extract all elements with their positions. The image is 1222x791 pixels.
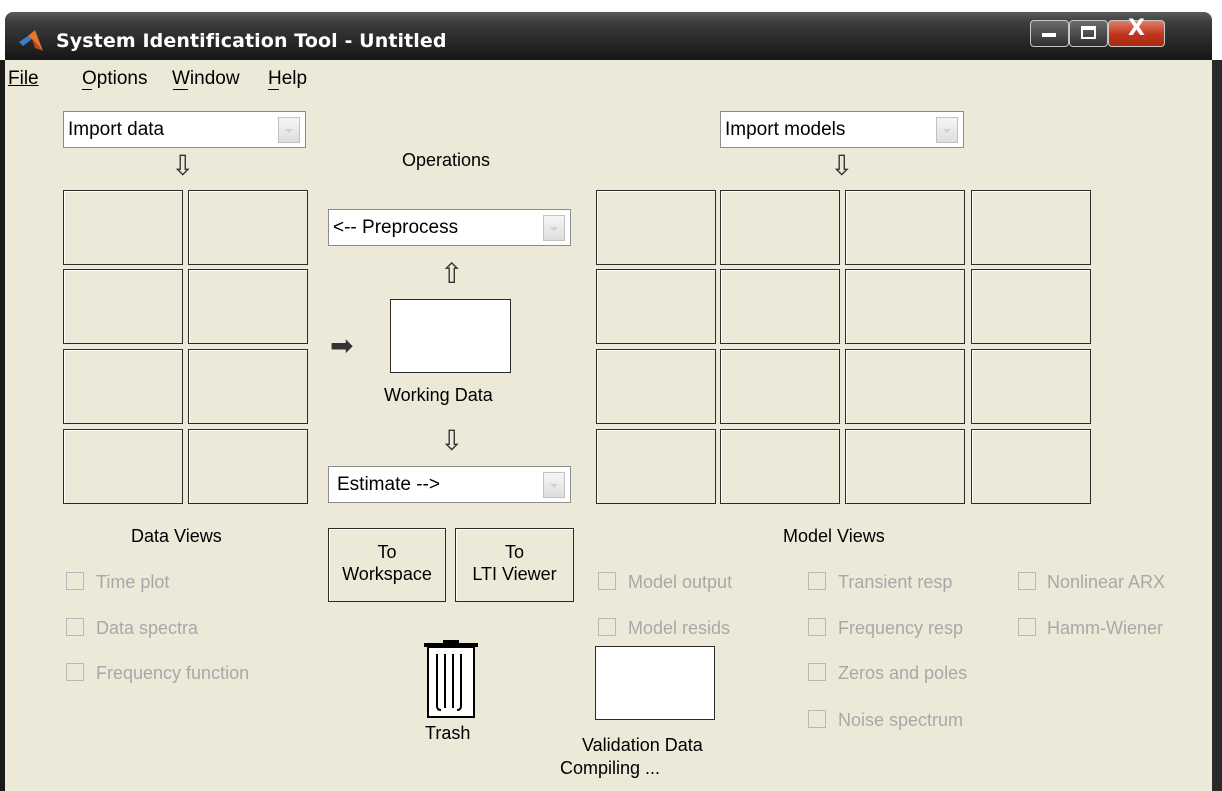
model-slot[interactable] [845,269,965,344]
model-slot[interactable] [845,190,965,265]
time-plot-checkbox[interactable] [66,572,84,590]
working-data-label: Working Data [384,385,493,405]
model-slot[interactable] [971,269,1091,344]
model-slot[interactable] [596,190,716,265]
operations-title: Operations [402,150,491,170]
to-lti-viewer-button[interactable]: To LTI Viewer [455,528,574,602]
model-slot[interactable] [845,349,965,424]
model-slot[interactable] [720,429,840,504]
transient-resp-checkbox[interactable] [808,572,826,590]
up-arrow-icon: ⇧ [440,257,464,290]
down-arrow-icon: ⇩ [171,149,195,182]
close-icon: X [1128,16,1145,41]
model-slot[interactable] [596,349,716,424]
mnemonic-underline [268,89,279,90]
mnemonic-underline [173,89,188,90]
noise-spectrum-checkbox[interactable] [808,710,826,728]
preprocess-popup[interactable]: <-- Preprocess [328,209,571,246]
nonlinear-arx-checkbox[interactable] [1018,572,1036,590]
model-slot[interactable] [720,349,840,424]
status-text: Compiling ... [560,758,661,778]
working-data-slot[interactable] [390,299,511,373]
down-arrow-icon: ⇩ [830,149,854,182]
model-views-title: Model Views [783,526,885,546]
model-slot[interactable] [971,190,1091,265]
data-slot[interactable] [188,269,308,344]
down-arrow-icon: ⇩ [440,424,464,457]
transient-resp-label: Transient resp [838,572,953,592]
data-slot[interactable] [63,349,183,424]
model-output-label: Model output [628,572,733,592]
mnemonic-underline [82,89,92,90]
matlab-logo-icon [19,30,43,51]
zeros-and-poles-label: Zeros and poles [838,663,968,683]
window-title: System Identification Tool - Untitled [56,30,447,52]
trash-label: Trash [425,723,471,743]
estimate-popup[interactable]: Estimate --> [328,466,571,503]
minimize-icon [1042,33,1056,37]
validation-data-slot[interactable] [595,646,715,720]
model-slot[interactable] [971,429,1091,504]
data-slot[interactable] [188,349,308,424]
frequency-function-label: Frequency function [96,663,250,683]
data-slot[interactable] [63,190,183,265]
maximize-icon [1081,26,1096,39]
data-spectra-label: Data spectra [96,618,199,638]
dropdown-arrow-icon [278,117,300,143]
data-spectra-checkbox[interactable] [66,618,84,636]
data-slot[interactable] [63,269,183,344]
data-slot[interactable] [63,429,183,504]
menu-file[interactable]: File [8,68,39,90]
frequency-function-checkbox[interactable] [66,663,84,681]
model-slot[interactable] [720,190,840,265]
menu-help[interactable]: Help [268,68,307,90]
model-slot[interactable] [720,269,840,344]
nonlinear-arx-label: Nonlinear ARX [1047,572,1166,592]
model-slot[interactable] [971,349,1091,424]
noise-spectrum-label: Noise spectrum [838,710,964,730]
dropdown-arrow-icon [936,117,958,143]
trash-icon[interactable] [423,640,479,720]
window-border-right [1212,60,1222,791]
data-views-title: Data Views [131,526,222,546]
model-slot[interactable] [596,269,716,344]
hamm-wiener-label: Hamm-Wiener [1047,618,1164,638]
import-models-popup[interactable]: Import models [720,111,964,148]
model-resids-checkbox[interactable] [598,618,616,636]
dropdown-arrow-icon [543,472,565,498]
menu-window[interactable]: Window [172,68,240,90]
zeros-and-poles-checkbox[interactable] [808,663,826,681]
time-plot-label: Time plot [96,572,170,592]
menu-options[interactable]: Options [82,68,147,90]
frequency-resp-checkbox[interactable] [808,618,826,636]
import-data-popup[interactable]: Import data [63,111,306,148]
model-slot[interactable] [845,429,965,504]
data-slot[interactable] [188,190,308,265]
hamm-wiener-checkbox[interactable] [1018,618,1036,636]
validation-data-label: Validation Data [582,735,703,755]
right-arrow-icon: ➡ [330,329,354,362]
model-slot[interactable] [596,429,716,504]
to-workspace-button[interactable]: To Workspace [328,528,446,602]
model-resids-label: Model resids [628,618,731,638]
model-output-checkbox[interactable] [598,572,616,590]
data-slot[interactable] [188,429,308,504]
dropdown-arrow-icon [543,215,565,241]
frequency-resp-label: Frequency resp [838,618,964,638]
